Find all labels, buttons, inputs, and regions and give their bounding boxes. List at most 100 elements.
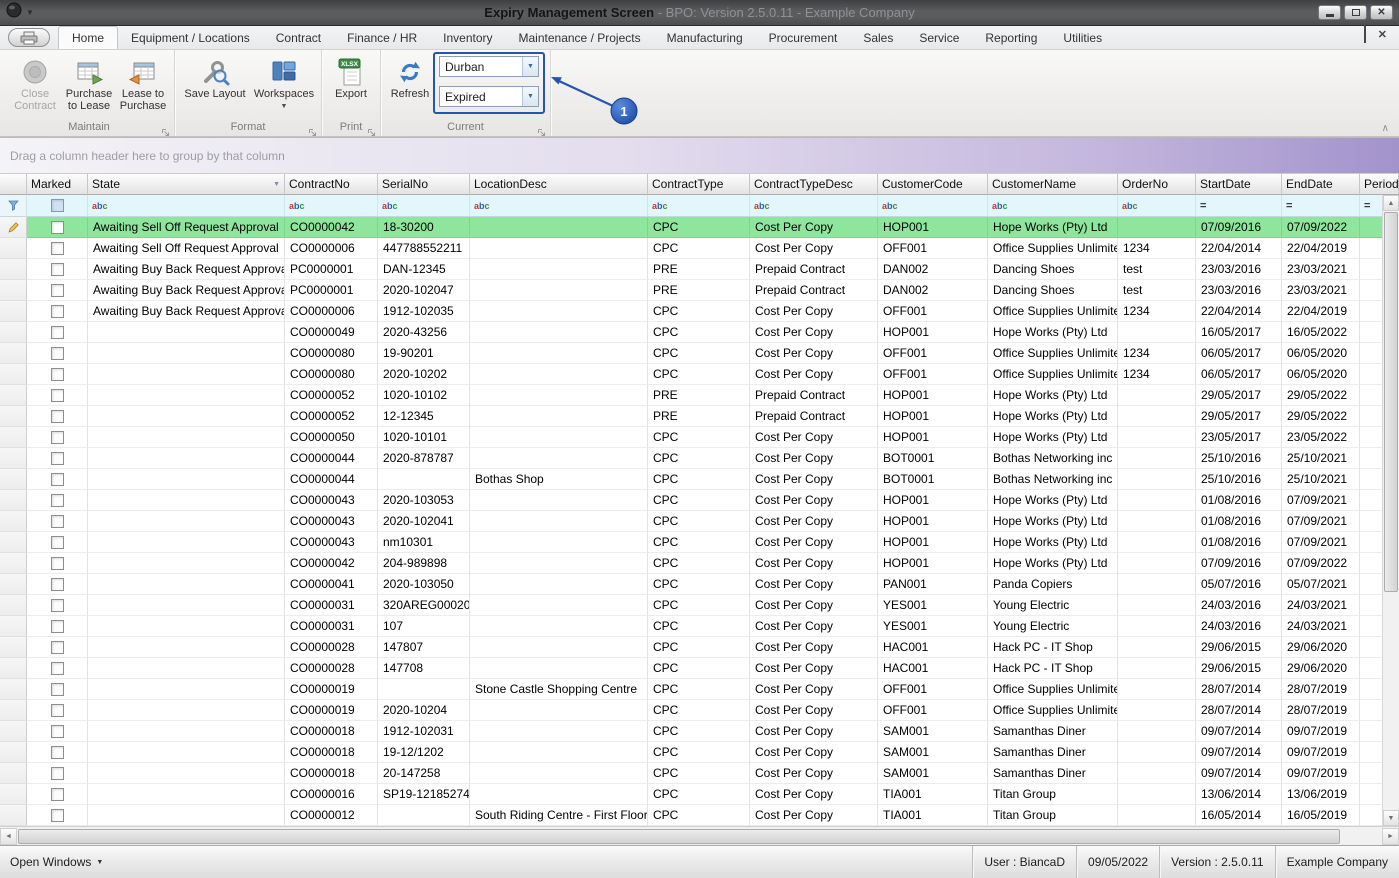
marked-checkbox[interactable]	[50, 220, 64, 234]
cell-serial-no[interactable]: 2020-10204	[378, 700, 470, 721]
cell-marked[interactable]	[27, 574, 88, 595]
cell-state[interactable]	[88, 322, 285, 343]
cell-state[interactable]	[88, 595, 285, 616]
cell-customer-code[interactable]: HOP001	[878, 385, 988, 406]
cell-contract-type[interactable]: CPC	[648, 511, 750, 532]
cell-contract-no[interactable]: CO0000028	[285, 637, 378, 658]
table-row[interactable]: CO0000043 2020-102041 CPC Cost Per Copy HOP0…	[0, 511, 1399, 532]
cell-state[interactable]	[88, 616, 285, 637]
cell-customer-name[interactable]: Panda Copiers	[988, 574, 1118, 595]
cell-marked[interactable]	[27, 700, 88, 721]
cell-location-desc[interactable]	[470, 700, 648, 721]
cell-contract-type-desc[interactable]: Cost Per Copy	[750, 805, 878, 826]
cell-serial-no[interactable]: 20-147258	[378, 763, 470, 784]
table-row[interactable]: Awaiting Buy Back Request Approval CO0000…	[0, 301, 1399, 322]
header-cell-serial-no[interactable]: SerialNo	[378, 173, 470, 195]
row-indicator-edit-pencil-icon[interactable]	[0, 217, 27, 238]
header-cell-period[interactable]: Period	[1360, 173, 1399, 195]
cell-contract-type[interactable]: PRE	[648, 259, 750, 280]
table-row[interactable]: CO0000028 147708 CPC Cost Per Copy HAC001 Hac…	[0, 658, 1399, 679]
cell-location-desc[interactable]	[470, 406, 648, 427]
marked-checkbox[interactable]	[50, 766, 64, 780]
cell-contract-type[interactable]: CPC	[648, 658, 750, 679]
cell-contract-no[interactable]: CO0000043	[285, 532, 378, 553]
cell-order-no[interactable]	[1118, 427, 1196, 448]
cell-state[interactable]	[88, 511, 285, 532]
cell-order-no[interactable]: 1234	[1118, 301, 1196, 322]
cell-start-date[interactable]: 29/05/2017	[1196, 385, 1282, 406]
cell-marked[interactable]	[27, 763, 88, 784]
cell-start-date[interactable]: 05/07/2016	[1196, 574, 1282, 595]
cell-contract-type-desc[interactable]: Prepaid Contract	[750, 406, 878, 427]
cell-contract-type-desc[interactable]: Cost Per Copy	[750, 490, 878, 511]
header-cell-customer-code[interactable]: CustomerCode	[878, 173, 988, 195]
cell-customer-code[interactable]: HOP001	[878, 427, 988, 448]
cell-contract-type[interactable]: CPC	[648, 553, 750, 574]
cell-customer-name[interactable]: Office Supplies Unlimited	[988, 364, 1118, 385]
cell-customer-code[interactable]: TIA001	[878, 784, 988, 805]
marked-checkbox[interactable]	[50, 577, 64, 591]
cell-contract-type-desc[interactable]: Prepaid Contract	[750, 259, 878, 280]
cell-serial-no[interactable]: 1020-10102	[378, 385, 470, 406]
cell-contract-type[interactable]: CPC	[648, 427, 750, 448]
horizontal-scroll-thumb[interactable]	[18, 829, 1340, 844]
workspaces-dropdown-icon[interactable]: ▼	[281, 101, 288, 113]
cell-order-no[interactable]	[1118, 532, 1196, 553]
cell-contract-no[interactable]: CO0000031	[285, 595, 378, 616]
cell-contract-type[interactable]: CPC	[648, 469, 750, 490]
cell-end-date[interactable]: 23/05/2022	[1282, 427, 1360, 448]
cell-order-no[interactable]	[1118, 322, 1196, 343]
cell-state[interactable]	[88, 679, 285, 700]
cell-customer-code[interactable]: HOP001	[878, 553, 988, 574]
status-combobox[interactable]: Expired ▼	[439, 86, 539, 107]
header-cell-marked[interactable]: Marked	[27, 173, 88, 195]
marked-checkbox[interactable]	[50, 451, 64, 465]
table-row[interactable]: CO0000050 1020-10101 CPC Cost Per Copy HOP00…	[0, 427, 1399, 448]
cell-end-date[interactable]: 25/10/2021	[1282, 448, 1360, 469]
print-dialog-launcher-icon[interactable]	[367, 124, 377, 136]
cell-end-date[interactable]: 29/05/2022	[1282, 406, 1360, 427]
cell-location-desc[interactable]: Stone Castle Shopping Centre	[470, 679, 648, 700]
cell-end-date[interactable]: 07/09/2022	[1282, 217, 1360, 238]
header-cell-state[interactable]: State ▼	[88, 173, 285, 195]
cell-contract-type[interactable]: PRE	[648, 406, 750, 427]
row-indicator[interactable]	[0, 259, 27, 280]
cell-start-date[interactable]: 22/04/2014	[1196, 301, 1282, 322]
cell-start-date[interactable]: 01/08/2016	[1196, 490, 1282, 511]
vertical-scroll-thumb[interactable]	[1384, 212, 1398, 592]
current-dialog-launcher-icon[interactable]	[537, 124, 547, 136]
filter-cell-start-date[interactable]: =	[1196, 195, 1282, 217]
cell-contract-type-desc[interactable]: Prepaid Contract	[750, 280, 878, 301]
cell-start-date[interactable]: 24/03/2016	[1196, 595, 1282, 616]
branch-combo-dropdown-icon[interactable]: ▼	[522, 57, 538, 76]
row-indicator[interactable]	[0, 364, 27, 385]
cell-location-desc[interactable]	[470, 742, 648, 763]
cell-marked[interactable]	[27, 805, 88, 826]
cell-marked[interactable]	[27, 742, 88, 763]
cell-start-date[interactable]: 06/05/2017	[1196, 364, 1282, 385]
cell-location-desc[interactable]	[470, 238, 648, 259]
tab-sales[interactable]: Sales	[850, 27, 906, 49]
cell-serial-no[interactable]: 19-90201	[378, 343, 470, 364]
cell-serial-no[interactable]: 18-30200	[378, 217, 470, 238]
header-cell-order-no[interactable]: OrderNo	[1118, 173, 1196, 195]
marked-checkbox[interactable]	[50, 724, 64, 738]
cell-customer-code[interactable]: SAM001	[878, 742, 988, 763]
cell-contract-type-desc[interactable]: Cost Per Copy	[750, 637, 878, 658]
header-cell-contract-no[interactable]: ContractNo	[285, 173, 378, 195]
cell-order-no[interactable]	[1118, 490, 1196, 511]
table-row[interactable]: Awaiting Sell Off Request Approval CO0000…	[0, 238, 1399, 259]
cell-marked[interactable]	[27, 679, 88, 700]
mdi-close-icon[interactable]: ✕	[1378, 28, 1387, 41]
cell-contract-type[interactable]: CPC	[648, 637, 750, 658]
header-cell-contract-type-desc[interactable]: ContractTypeDesc	[750, 173, 878, 195]
cell-contract-type[interactable]: CPC	[648, 490, 750, 511]
cell-contract-type[interactable]: CPC	[648, 217, 750, 238]
marked-checkbox[interactable]	[50, 682, 64, 696]
header-cell-contract-type[interactable]: ContractType	[648, 173, 750, 195]
cell-contract-type-desc[interactable]: Cost Per Copy	[750, 763, 878, 784]
cell-customer-name[interactable]: Hack PC - IT Shop	[988, 637, 1118, 658]
cell-end-date[interactable]: 07/09/2022	[1282, 553, 1360, 574]
cell-contract-type[interactable]: CPC	[648, 301, 750, 322]
cell-location-desc[interactable]	[470, 532, 648, 553]
